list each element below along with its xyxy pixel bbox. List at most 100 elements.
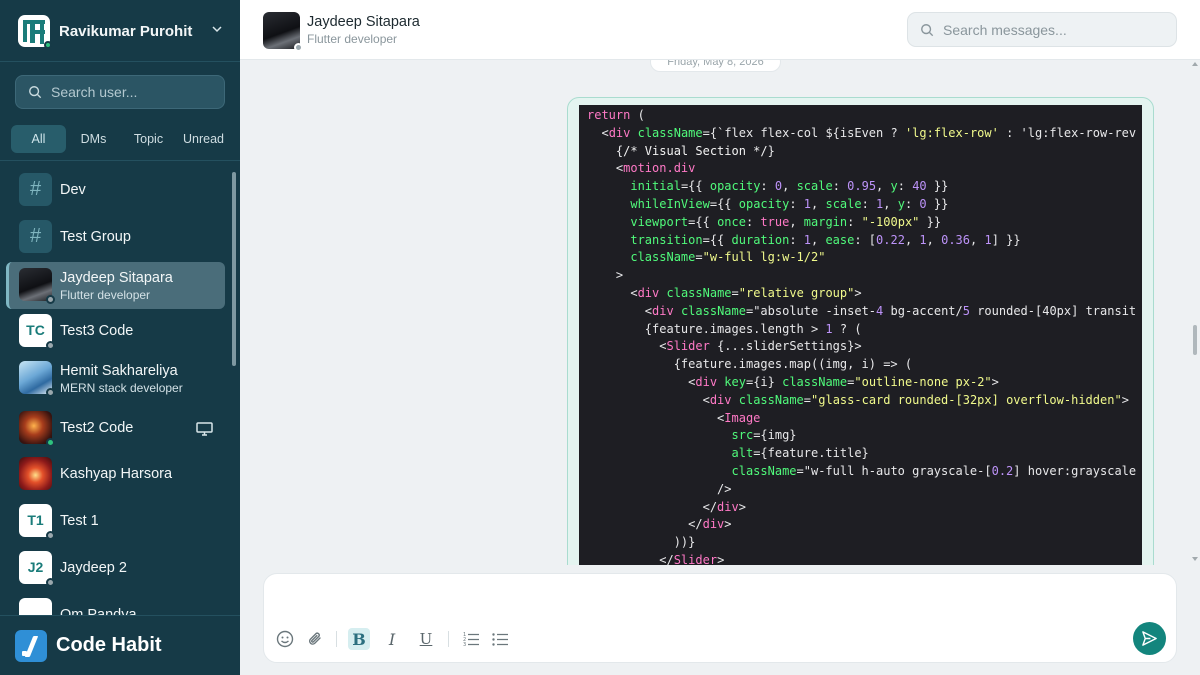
chat-title: Jaydeep Sitapara [307,14,420,30]
monitor-icon [196,422,213,436]
avatar[interactable] [263,12,303,52]
scroll-down-arrow-icon[interactable] [1192,557,1198,561]
conversation-item[interactable]: Hemit Sakhareliya MERN stack developer [6,355,225,402]
bullet-list-button[interactable] [489,628,511,650]
avatar [19,598,52,615]
code-line: <div className={`flex flex-col ${isEven … [587,125,1137,140]
conversation-name: Test3 Code [60,323,134,339]
code-line: return ( [587,108,645,122]
conversation-subtitle: Flutter developer [60,288,151,302]
message-composer: B I U 123 [263,573,1177,663]
conversation-item[interactable]: J2 Jaydeep 2 [6,545,225,592]
conversation-list: # Dev # Test Group Jaydeep Sitapara Flut… [0,167,232,615]
underline-button[interactable]: U [415,628,437,650]
code-line: </div> [587,499,746,514]
conversation-item[interactable]: Test2 Code [6,405,225,452]
search-icon [29,86,42,99]
avatar: T1 [19,504,55,540]
status-dot [46,531,55,540]
avatar [19,457,52,490]
code-block[interactable]: return ( <div className={`flex flex-col … [579,105,1142,565]
filter-tab-all[interactable]: All [11,125,66,153]
svg-text:3: 3 [463,642,466,648]
filter-tab-dms[interactable]: DMs [66,125,121,153]
divider [0,61,240,62]
message-search-box[interactable] [907,12,1177,47]
scroll-up-arrow-icon[interactable] [1192,62,1198,66]
conversation-item[interactable]: Om Pandya [6,592,225,615]
code-line: src={img} [731,428,797,443]
bullet-list-icon [492,633,508,646]
conversation-name: Test Group [60,229,131,245]
code-line: </Slider> [587,552,725,565]
avatar: TC [19,314,55,350]
avatar [19,361,55,397]
conversation-name: Hemit Sakhareliya [60,363,178,379]
workspace-name: Ravikumar Purohit [59,22,193,40]
channel-hash-icon: # [19,220,52,253]
code-line: <Slider {...sliderSettings}> [587,339,862,354]
avatar [19,411,55,447]
chat-subtitle: Flutter developer [307,32,398,46]
conversation-item[interactable]: T1 Test 1 [6,498,225,545]
status-dot [46,388,55,397]
conversation-subtitle: MERN stack developer [60,381,183,395]
message-input[interactable] [278,584,1158,624]
filter-tabs: All DMs Topic Unread [11,125,231,153]
emoji-icon [276,630,294,648]
divider [0,160,240,161]
filter-tab-topic[interactable]: Topic [121,125,176,153]
paperclip-icon [309,632,321,645]
emoji-button[interactable] [274,628,296,650]
search-icon [921,23,934,36]
code-line: {feature.images.length > 1 ? ( [587,321,862,336]
send-button[interactable] [1133,622,1166,655]
message-search-input[interactable] [943,21,1163,38]
code-line: <div className="relative group"> [587,285,862,300]
channel-hash-icon: # [19,173,52,206]
code-line: alt={feature.title} [731,446,869,461]
bold-button[interactable]: B [348,628,370,650]
ordered-list-icon: 123 [463,632,479,648]
online-status-dot [44,41,52,49]
status-dot [294,43,303,52]
code-line: <div className="glass-card rounded-[32px… [587,392,1129,407]
divider [448,631,449,647]
conversation-item-active[interactable]: Jaydeep Sitapara Flutter developer [6,262,225,309]
code-line: <motion.div [587,161,696,176]
send-icon [1142,631,1157,646]
message-scrollbar[interactable] [1193,325,1197,355]
message-list: Friday, May 8, 2026 return ( <div classN… [240,60,1190,565]
code-line: className="w-full lg:w-1/2" [630,250,826,265]
attach-button[interactable] [304,628,326,650]
brand-name: Code Habit [56,634,162,656]
code-line: <div className="absolute -inset-4 bg-acc… [587,303,1137,318]
code-line: {/* Visual Section */} [587,143,775,158]
code-line: /> [587,481,732,496]
code-line: initial={{ opacity: 0, scale: 0.95, y: 4… [630,179,949,194]
conversation-name: Om Pandya [60,607,137,615]
workspace-switcher[interactable]: Ravikumar Purohit [0,0,240,62]
user-search-input[interactable] [51,84,211,100]
code-line: viewport={{ once: true, margin: "-100px"… [630,214,942,229]
sidebar-scrollbar[interactable] [232,172,236,366]
conversation-item[interactable]: # Dev [6,167,225,214]
code-line: <Image [587,410,761,425]
filter-tab-unread[interactable]: Unread [176,125,231,153]
conversation-name: Jaydeep 2 [60,560,127,576]
conversation-item[interactable]: Kashyap Harsora [6,451,225,498]
code-line: className="w-full h-auto grayscale-[0.2]… [731,463,1137,478]
conversation-name: Dev [60,182,86,198]
user-search-box[interactable] [15,75,225,109]
ordered-list-button[interactable]: 123 [460,628,482,650]
code-line: transition={{ duration: 1, ease: [0.22, … [630,232,1021,247]
chevron-down-icon[interactable] [212,24,222,34]
conversation-item[interactable]: # Test Group [6,214,225,261]
code-line: </div> [587,517,732,532]
code-line: <div key={i} className="outline-none px-… [587,374,999,389]
status-dot [46,341,55,350]
conversation-item[interactable]: TC Test3 Code [6,308,225,355]
italic-button[interactable]: I [381,628,403,650]
date-divider: Friday, May 8, 2026 [650,60,781,72]
workspace-logo [18,15,52,49]
